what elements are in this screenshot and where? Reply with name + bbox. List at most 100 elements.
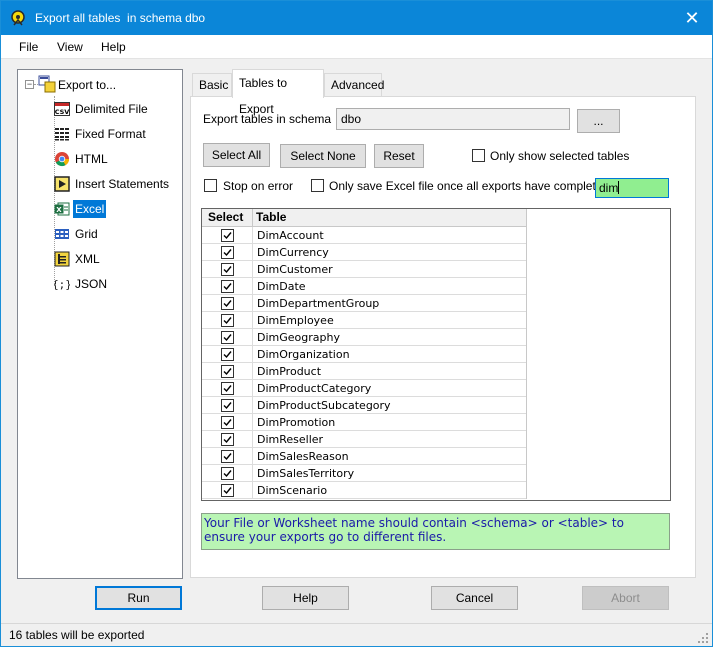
table-select-checkbox[interactable]: [221, 263, 234, 276]
tree-item-label: Excel: [73, 200, 107, 218]
table-select-checkbox[interactable]: [221, 416, 234, 429]
table-name-cell[interactable]: DimDate: [253, 278, 526, 295]
help-button[interactable]: Help: [262, 586, 349, 610]
select-cell: [202, 329, 253, 346]
table-name-cell[interactable]: DimCurrency: [253, 244, 526, 261]
export-dialog-window: Export all tables in schema dbo ✕ File V…: [0, 0, 713, 647]
checkmark-icon: [223, 453, 232, 461]
table-select-checkbox[interactable]: [221, 246, 234, 259]
grid-icon: [54, 226, 70, 242]
table-row[interactable]: DimAccount: [202, 227, 526, 244]
table-row[interactable]: DimSalesReason: [202, 448, 526, 465]
table-name-cell[interactable]: DimOrganization: [253, 346, 526, 363]
table-row[interactable]: DimProductCategory: [202, 380, 526, 397]
menu-view[interactable]: View: [57, 40, 83, 54]
table-select-checkbox[interactable]: [221, 399, 234, 412]
stop-on-error-label[interactable]: Stop on error: [223, 179, 293, 193]
table-name-cell[interactable]: DimProductCategory: [253, 380, 526, 397]
table-filter-input[interactable]: dim: [595, 178, 669, 198]
table-name-cell[interactable]: DimAccount: [253, 227, 526, 244]
title-bar: Export all tables in schema dbo ✕: [1, 1, 712, 35]
table-select-checkbox[interactable]: [221, 229, 234, 242]
browse-schema-button[interactable]: ...: [577, 109, 620, 133]
schema-field[interactable]: dbo: [336, 108, 570, 130]
only-show-selected-checkbox[interactable]: [472, 149, 485, 162]
select-column-header[interactable]: Select: [202, 209, 253, 227]
app-logo-icon: [11, 10, 25, 26]
table-name-cell[interactable]: DimGeography: [253, 329, 526, 346]
tree-item-label: XML: [75, 252, 100, 266]
only-show-selected-label[interactable]: Only show selected tables: [490, 149, 629, 163]
checkmark-icon: [223, 300, 232, 308]
table-select-checkbox[interactable]: [221, 297, 234, 310]
text-caret: [618, 181, 620, 194]
select-cell: [202, 482, 253, 499]
table-select-checkbox[interactable]: [221, 280, 234, 293]
table-name-cell[interactable]: DimDepartmentGroup: [253, 295, 526, 312]
json-icon: {;}: [54, 276, 70, 292]
table-name-cell[interactable]: DimEmployee: [253, 312, 526, 329]
table-row[interactable]: DimCustomer: [202, 261, 526, 278]
table-select-checkbox[interactable]: [221, 365, 234, 378]
table-name-cell[interactable]: DimProductSubcategory: [253, 397, 526, 414]
checkmark-icon: [223, 419, 232, 427]
table-row[interactable]: DimPromotion: [202, 414, 526, 431]
table-name-cell[interactable]: DimReseller: [253, 431, 526, 448]
table-row[interactable]: DimSalesTerritory: [202, 465, 526, 482]
table-row[interactable]: DimDepartmentGroup: [202, 295, 526, 312]
table-row[interactable]: DimReseller: [202, 431, 526, 448]
abort-button[interactable]: Abort: [582, 586, 669, 610]
tree-root-label[interactable]: Export to...: [58, 78, 116, 92]
menu-help[interactable]: Help: [101, 40, 126, 54]
checkmark-icon: [223, 402, 232, 410]
table-select-checkbox[interactable]: [221, 348, 234, 361]
table-row[interactable]: DimOrganization: [202, 346, 526, 363]
table-select-checkbox[interactable]: [221, 484, 234, 497]
menu-file[interactable]: File: [19, 40, 38, 54]
tree-item-label: Grid: [75, 227, 98, 241]
table-row[interactable]: DimEmployee: [202, 312, 526, 329]
status-bar: 16 tables will be exported: [1, 623, 712, 646]
table-name-cell[interactable]: DimCustomer: [253, 261, 526, 278]
table-select-checkbox[interactable]: [221, 450, 234, 463]
export-type-tree[interactable]: − Export to... CSV Delimited File Fixed …: [17, 69, 183, 579]
run-button[interactable]: Run: [95, 586, 182, 610]
table-select-checkbox[interactable]: [221, 314, 234, 327]
table-row[interactable]: DimCurrency: [202, 244, 526, 261]
table-row[interactable]: DimProductSubcategory: [202, 397, 526, 414]
table-select-checkbox[interactable]: [221, 331, 234, 344]
table-row[interactable]: DimDate: [202, 278, 526, 295]
table-select-checkbox[interactable]: [221, 382, 234, 395]
reset-button[interactable]: Reset: [374, 144, 424, 168]
save-once-checkbox[interactable]: [311, 179, 324, 192]
table-name-cell[interactable]: DimSalesTerritory: [253, 465, 526, 482]
tree-collapse-icon[interactable]: −: [25, 80, 34, 89]
save-once-label[interactable]: Only save Excel file once all exports ha…: [329, 179, 609, 193]
select-all-button[interactable]: Select All: [203, 143, 270, 167]
table-name-cell[interactable]: DimProduct: [253, 363, 526, 380]
tables-grid[interactable]: Select Table DimAccount DimCurrency DimCus…: [201, 208, 671, 501]
table-name-cell[interactable]: DimScenario: [253, 482, 526, 499]
export-to-icon: [38, 75, 56, 93]
select-cell: [202, 244, 253, 261]
table-column-header[interactable]: Table: [253, 209, 526, 227]
table-name-cell[interactable]: DimSalesReason: [253, 448, 526, 465]
table-select-checkbox[interactable]: [221, 433, 234, 446]
checkmark-icon: [223, 368, 232, 376]
tree-item-label: Delimited File: [75, 102, 148, 116]
grid-body: DimAccount DimCurrency DimCustomer DimDate D…: [202, 227, 526, 499]
select-none-button[interactable]: Select None: [280, 144, 366, 168]
table-row[interactable]: DimGeography: [202, 329, 526, 346]
tab-tables-to-export[interactable]: Tables to Export: [232, 69, 324, 116]
tab-basic[interactable]: Basic: [192, 73, 232, 97]
resize-grip-icon[interactable]: [697, 632, 709, 644]
cancel-button[interactable]: Cancel: [431, 586, 518, 610]
table-row[interactable]: DimProduct: [202, 363, 526, 380]
stop-on-error-checkbox[interactable]: [204, 179, 217, 192]
table-row[interactable]: DimScenario: [202, 482, 526, 499]
table-select-checkbox[interactable]: [221, 467, 234, 480]
table-name-cell[interactable]: DimPromotion: [253, 414, 526, 431]
close-icon[interactable]: ✕: [672, 1, 712, 35]
tab-advanced[interactable]: Advanced: [324, 73, 384, 97]
tree-item-label: HTML: [75, 152, 108, 166]
